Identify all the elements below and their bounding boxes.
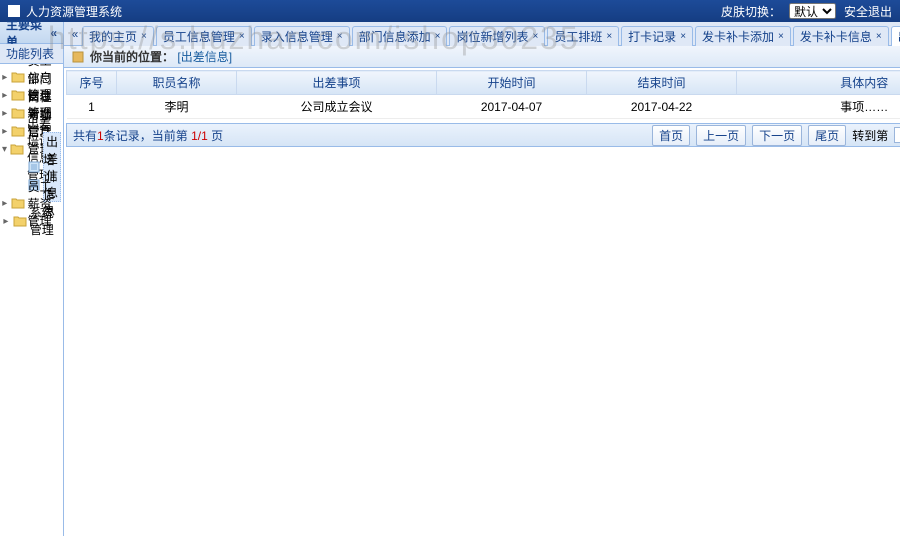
tab-close-icon[interactable]: × — [337, 31, 343, 42]
col-start: 开始时间 — [437, 71, 587, 95]
col-end: 结束时间 — [587, 71, 737, 95]
tree-node[interactable]: ▸系统管理 — [2, 212, 61, 230]
logout-link[interactable]: 安全退出 — [844, 3, 892, 20]
pager-next-button[interactable]: 下一页 — [752, 125, 802, 146]
tabs-scroll-left[interactable]: « — [68, 24, 82, 44]
tab[interactable]: 员工信息管理 × — [156, 26, 252, 46]
tab-label: 发卡补卡信息 — [800, 28, 872, 45]
pager-prev-button[interactable]: 上一页 — [696, 125, 746, 146]
pager-info: 共有1条记录，当前第 1/1 页 — [73, 127, 646, 144]
tab-close-icon[interactable]: × — [876, 31, 882, 42]
app-header: 人力资源管理系统 皮肤切换： 默认 安全退出 — [0, 0, 900, 22]
tab-close-icon[interactable]: × — [532, 31, 538, 42]
pager-page-input[interactable] — [894, 127, 900, 143]
sidebar: 主要菜单 « 功能列表 ▸员工信息管理▸部门信息管理▸岗位新增管理▸考勤信息管理… — [0, 22, 64, 536]
tab-label: 岗位新增列表 — [456, 28, 528, 45]
tab[interactable]: 发卡补卡添加 × — [695, 26, 791, 46]
cell-name: 李明 — [117, 95, 237, 119]
tab-close-icon[interactable]: × — [680, 31, 686, 42]
tab[interactable]: 部门信息添加 × — [352, 26, 448, 46]
tree-toggle-icon[interactable]: ▸ — [2, 198, 8, 209]
tree-toggle-icon[interactable]: ▸ — [2, 126, 8, 137]
col-seq: 序号 — [67, 71, 117, 95]
pager-jump-label: 转到第 — [852, 127, 888, 144]
tab-close-icon[interactable]: × — [606, 31, 612, 42]
tabs-bar: « 我的主页 × 员工信息管理 × 录入信息管理 × 部门信息添加 × 岗位新增列表 × 员工排班 ×… — [64, 22, 900, 46]
location-icon — [72, 51, 84, 63]
tree-toggle-icon[interactable]: ▸ — [2, 216, 10, 227]
cell-seq: 1 — [67, 95, 117, 119]
table-row[interactable]: 1李明公司成立会议2017-04-072017-04-22事项…… — [67, 95, 900, 119]
tree-toggle-icon[interactable]: ▸ — [2, 108, 8, 119]
tab-close-icon[interactable]: × — [778, 31, 784, 42]
skin-select[interactable]: 默认 — [789, 3, 836, 19]
folder-icon — [11, 197, 25, 209]
tab[interactable]: 录入信息管理 × — [254, 26, 350, 46]
tab[interactable]: 发卡补卡信息 × — [793, 26, 889, 46]
tab-close-icon[interactable]: × — [239, 31, 245, 42]
nav-tree: ▸员工信息管理▸部门信息管理▸岗位新增管理▸考勤信息管理▾出差培训信息管理出差信… — [0, 64, 63, 536]
tab-close-icon[interactable]: × — [141, 31, 147, 42]
pager: 共有1条记录，当前第 1/1 页 首页 上一页 下一页 尾页 转到第 页 ➥ 转 — [66, 123, 900, 147]
tab-label: 我的主页 — [89, 28, 137, 45]
folder-icon — [11, 89, 25, 101]
folder-icon — [11, 107, 25, 119]
table-wrap: 序号 职员名称 出差事项 开始时间 结束时间 具体内容 1李明公司成立会议201… — [64, 68, 900, 121]
tab-label: 打卡记录 — [628, 28, 676, 45]
tree-toggle-icon[interactable]: ▾ — [2, 144, 7, 155]
cell-detail: 事项…… — [737, 95, 900, 119]
pager-first-button[interactable]: 首页 — [652, 125, 690, 146]
table-header-row: 序号 职员名称 出差事项 开始时间 结束时间 具体内容 — [67, 71, 900, 95]
col-detail: 具体内容 — [737, 71, 900, 95]
table-body: 1李明公司成立会议2017-04-072017-04-22事项…… — [67, 95, 900, 119]
tree-toggle-icon[interactable]: ▸ — [2, 90, 8, 101]
tab[interactable]: 打卡记录 × — [621, 26, 693, 46]
tabs-strip: 我的主页×员工信息管理×录入信息管理×部门信息添加×岗位新增列表×员工排班×打卡… — [82, 22, 900, 46]
cell-end: 2017-04-22 — [587, 95, 737, 119]
data-table: 序号 职员名称 出差事项 开始时间 结束时间 具体内容 1李明公司成立会议201… — [66, 70, 900, 119]
col-item: 出差事项 — [237, 71, 437, 95]
tab[interactable]: 我的主页 × — [82, 26, 154, 46]
cell-start: 2017-04-07 — [437, 95, 587, 119]
tab[interactable]: 岗位新增列表 × — [449, 26, 545, 46]
tab-label: 员工信息管理 — [163, 28, 235, 45]
tab-label: 发卡补卡添加 — [702, 28, 774, 45]
tab-label: 员工排班 — [554, 28, 602, 45]
breadcrumb-prefix: 你当前的位置： — [90, 50, 174, 64]
sidebar-header: 主要菜单 « — [0, 22, 63, 44]
tab-label: 录入信息管理 — [261, 28, 333, 45]
content-area: « 我的主页 × 员工信息管理 × 录入信息管理 × 部门信息添加 × 岗位新增列表 × 员工排班 ×… — [64, 22, 900, 536]
folder-icon — [13, 215, 27, 227]
header-right: 皮肤切换： 默认 安全退出 — [721, 3, 892, 20]
skin-label: 皮肤切换： — [721, 3, 781, 20]
tab[interactable]: 出差信息× — [891, 26, 900, 46]
tree-toggle-icon[interactable]: ▸ — [2, 72, 8, 83]
tree-node-label: 系统管理 — [30, 204, 61, 238]
breadcrumb: 你当前的位置： [出差信息] — [64, 46, 900, 68]
document-icon — [28, 161, 40, 173]
sidebar-func-list-label: 功能列表 — [6, 45, 54, 62]
col-name: 职员名称 — [117, 71, 237, 95]
pager-last-button[interactable]: 尾页 — [808, 125, 846, 146]
tab-label: 部门信息添加 — [359, 28, 431, 45]
tab-close-icon[interactable]: × — [435, 31, 441, 42]
cell-item: 公司成立会议 — [237, 95, 437, 119]
folder-icon — [11, 71, 25, 83]
sidebar-collapse-button[interactable]: « — [50, 26, 57, 40]
breadcrumb-current: [出差信息] — [177, 50, 232, 64]
sidebar-sub-header: 功能列表 — [0, 44, 63, 64]
main-layout: 主要菜单 « 功能列表 ▸员工信息管理▸部门信息管理▸岗位新增管理▸考勤信息管理… — [0, 22, 900, 536]
folder-icon — [11, 125, 25, 137]
tab[interactable]: 员工排班 × — [547, 26, 619, 46]
folder-icon — [10, 143, 24, 155]
